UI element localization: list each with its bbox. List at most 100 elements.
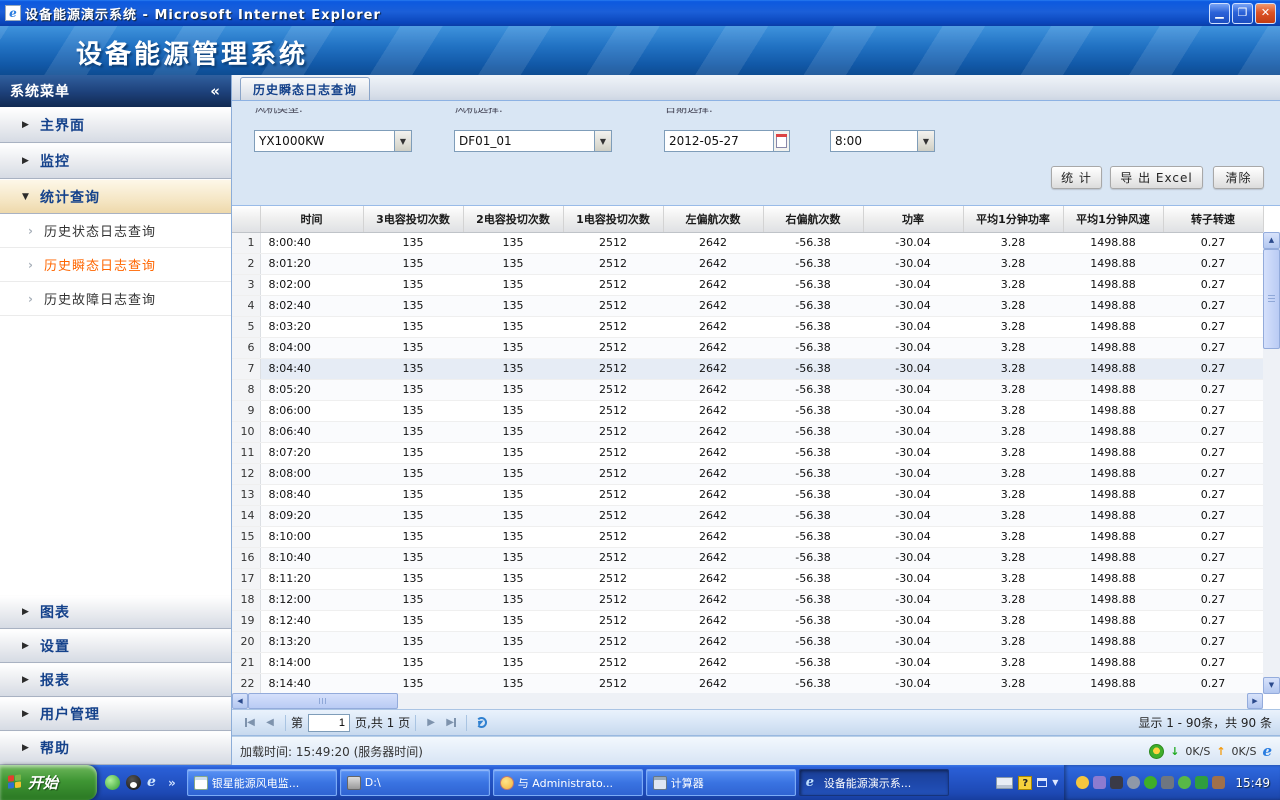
table-row[interactable]: 88:05:2013513525122642-56.38-30.043.2814… xyxy=(232,379,1263,400)
table-row[interactable]: 38:02:0013513525122642-56.38-30.043.2814… xyxy=(232,274,1263,295)
taskbar-task-计算器[interactable]: 计算器 xyxy=(646,769,796,796)
volume-icon[interactable] xyxy=(1127,776,1140,789)
next-page-button[interactable]: ▶ xyxy=(422,714,440,732)
fan-type-select[interactable]: YX1000KW ▼ xyxy=(254,130,412,152)
table-row[interactable]: 108:06:4013513525122642-56.38-30.043.281… xyxy=(232,421,1263,442)
collapse-sidebar-icon[interactable]: « xyxy=(210,82,221,100)
taskbar-task-与 Administrato...[interactable]: 与 Administrato... xyxy=(493,769,643,796)
chevron-down-icon[interactable]: ▼ xyxy=(594,131,611,151)
tab-history-transient-log[interactable]: 历史瞬态日志查询 xyxy=(240,77,370,100)
table-row[interactable]: 128:08:0013513525122642-56.38-30.043.281… xyxy=(232,463,1263,484)
horizontal-scroll-thumb[interactable] xyxy=(248,693,398,709)
column-header[interactable]: 功率 xyxy=(863,206,963,232)
network-icon[interactable] xyxy=(1093,776,1106,789)
table-row[interactable]: 98:06:0013513525122642-56.38-30.043.2814… xyxy=(232,400,1263,421)
qq-icon[interactable] xyxy=(126,775,141,790)
chevron-down-icon[interactable]: ▼ xyxy=(394,131,411,151)
table-row[interactable]: 78:04:4013513525122642-56.38-30.043.2814… xyxy=(232,358,1263,379)
table-row[interactable]: 158:10:0013513525122642-56.38-30.043.281… xyxy=(232,526,1263,547)
time-select[interactable]: 8:00 ▼ xyxy=(830,130,935,152)
clear-button[interactable]: 清除 xyxy=(1213,166,1264,189)
column-header[interactable]: 时间 xyxy=(260,206,363,232)
table-row[interactable]: 68:04:0013513525122642-56.38-30.043.2814… xyxy=(232,337,1263,358)
taskbar-task-D:\[interactable]: D:\ xyxy=(340,769,490,796)
scroll-up-icon[interactable]: ▲ xyxy=(1263,232,1280,249)
date-field[interactable]: 2012-05-27 xyxy=(664,130,790,152)
horizontal-scrollbar[interactable]: ◀ ▶ xyxy=(232,693,1263,709)
sidebar-item-监控[interactable]: ▶监控 xyxy=(0,143,231,179)
shield-icon[interactable] xyxy=(1195,776,1208,789)
table-row[interactable]: 28:01:2013513525122642-56.38-30.043.2814… xyxy=(232,253,1263,274)
column-header[interactable]: 左偏航次数 xyxy=(663,206,763,232)
sidebar-item-主界面[interactable]: ▶主界面 xyxy=(0,107,231,143)
last-page-button[interactable]: ▶ xyxy=(442,714,460,732)
column-header[interactable]: 转子转速 xyxy=(1163,206,1263,232)
table-row[interactable]: 138:08:4013513525122642-56.38-30.043.281… xyxy=(232,484,1263,505)
table-row[interactable]: 228:14:4013513525122642-56.38-30.043.281… xyxy=(232,673,1263,694)
caret-down-icon[interactable]: ▼ xyxy=(1052,778,1058,787)
table-row[interactable]: 18:00:4013513525122642-56.38-30.043.2814… xyxy=(232,232,1263,253)
sidebar-item-用户管理[interactable]: ▶用户管理 xyxy=(0,697,231,731)
column-header[interactable]: 1电容投切次数 xyxy=(563,206,663,232)
scroll-down-icon[interactable]: ▼ xyxy=(1263,677,1280,694)
sidebar-item-设置[interactable]: ▶设置 xyxy=(0,629,231,663)
column-header[interactable]: 2电容投切次数 xyxy=(463,206,563,232)
fan-select[interactable]: DF01_01 ▼ xyxy=(454,130,612,152)
sidebar-subitem-历史瞬态日志查询[interactable]: ›历史瞬态日志查询 xyxy=(0,248,231,282)
table-row[interactable]: 58:03:2013513525122642-56.38-30.043.2814… xyxy=(232,316,1263,337)
vertical-scrollbar[interactable]: ▲ ▼ xyxy=(1263,232,1280,694)
taskbar-task-银星能源风电监...[interactable]: 银星能源风电监... xyxy=(187,769,337,796)
download-manager-icon[interactable] xyxy=(1149,744,1164,759)
column-header[interactable]: 3电容投切次数 xyxy=(363,206,463,232)
table-row[interactable]: 208:13:2013513525122642-56.38-30.043.281… xyxy=(232,631,1263,652)
table-row[interactable]: 178:11:2013513525122642-56.38-30.043.281… xyxy=(232,568,1263,589)
qq-status-icon[interactable] xyxy=(1076,776,1089,789)
vertical-scroll-thumb[interactable] xyxy=(1263,249,1280,349)
restore-button[interactable]: ❐ xyxy=(1232,3,1253,24)
package-icon[interactable] xyxy=(1212,776,1225,789)
taskbar-task-设备能源演示系...[interactable]: e设备能源演示系... xyxy=(799,769,949,796)
table-row[interactable]: 218:14:0013513525122642-56.38-30.043.281… xyxy=(232,652,1263,673)
sidebar-item-帮助[interactable]: ▶帮助 xyxy=(0,731,231,765)
triangle-down-icon: ▼ xyxy=(22,192,40,202)
ie-icon[interactable]: e xyxy=(147,775,162,790)
table-row[interactable]: 48:02:4013513525122642-56.38-30.043.2814… xyxy=(232,295,1263,316)
column-header[interactable]: 平均1分钟风速 xyxy=(1063,206,1163,232)
battery-icon[interactable] xyxy=(1110,776,1123,789)
prev-page-button[interactable]: ◀ xyxy=(261,714,279,732)
sidebar-subitem-历史状态日志查询[interactable]: ›历史状态日志查询 xyxy=(0,214,231,248)
close-button[interactable]: ✕ xyxy=(1255,3,1276,24)
statistics-button[interactable]: 统 计 xyxy=(1051,166,1102,189)
column-header[interactable]: 平均1分钟功率 xyxy=(963,206,1063,232)
first-page-button[interactable]: ◀ xyxy=(241,714,259,732)
table-row[interactable]: 168:10:4013513525122642-56.38-30.043.281… xyxy=(232,547,1263,568)
restore-toolbar-icon[interactable] xyxy=(1037,778,1047,787)
sidebar-item-报表[interactable]: ▶报表 xyxy=(0,663,231,697)
table-row[interactable]: 148:09:2013513525122642-56.38-30.043.281… xyxy=(232,505,1263,526)
chevron-down-icon[interactable]: ▼ xyxy=(917,131,934,151)
export-excel-button[interactable]: 导 出 Excel xyxy=(1110,166,1203,189)
table-row[interactable]: 198:12:4013513525122642-56.38-30.043.281… xyxy=(232,610,1263,631)
status-bar: 加载时间: 15:49:20 (服务器时间) ↓ 0K/S ↑ 0K/S e xyxy=(232,736,1280,765)
calendar-icon[interactable] xyxy=(773,131,789,151)
keyboard-icon[interactable] xyxy=(996,777,1013,789)
table-row[interactable]: 188:12:0013513525122642-56.38-30.043.281… xyxy=(232,589,1263,610)
monitor-icon[interactable] xyxy=(1178,776,1191,789)
messenger-icon[interactable] xyxy=(105,775,120,790)
minimize-button[interactable]: ▁ xyxy=(1209,3,1230,24)
sidebar-item-图表[interactable]: ▶图表 xyxy=(0,595,231,629)
title-bar: e 设备能源演示系统 - Microsoft Internet Explorer… xyxy=(0,0,1280,26)
page-number-input[interactable] xyxy=(308,714,350,732)
table-row[interactable]: 118:07:2013513525122642-56.38-30.043.281… xyxy=(232,442,1263,463)
scroll-left-icon[interactable]: ◀ xyxy=(232,693,248,709)
sidebar-item-统计查询[interactable]: ▼统计查询 xyxy=(0,179,231,214)
antivirus-icon[interactable] xyxy=(1144,776,1157,789)
overflow-chevron-icon[interactable]: » xyxy=(168,776,176,790)
help-icon[interactable]: ? xyxy=(1018,776,1032,790)
scroll-right-icon[interactable]: ▶ xyxy=(1247,693,1263,709)
refresh-icon[interactable] xyxy=(476,717,487,728)
sidebar-subitem-历史故障日志查询[interactable]: ›历史故障日志查询 xyxy=(0,282,231,316)
start-button[interactable]: 开始 xyxy=(0,765,97,800)
tool-icon[interactable] xyxy=(1161,776,1174,789)
column-header[interactable]: 右偏航次数 xyxy=(763,206,863,232)
